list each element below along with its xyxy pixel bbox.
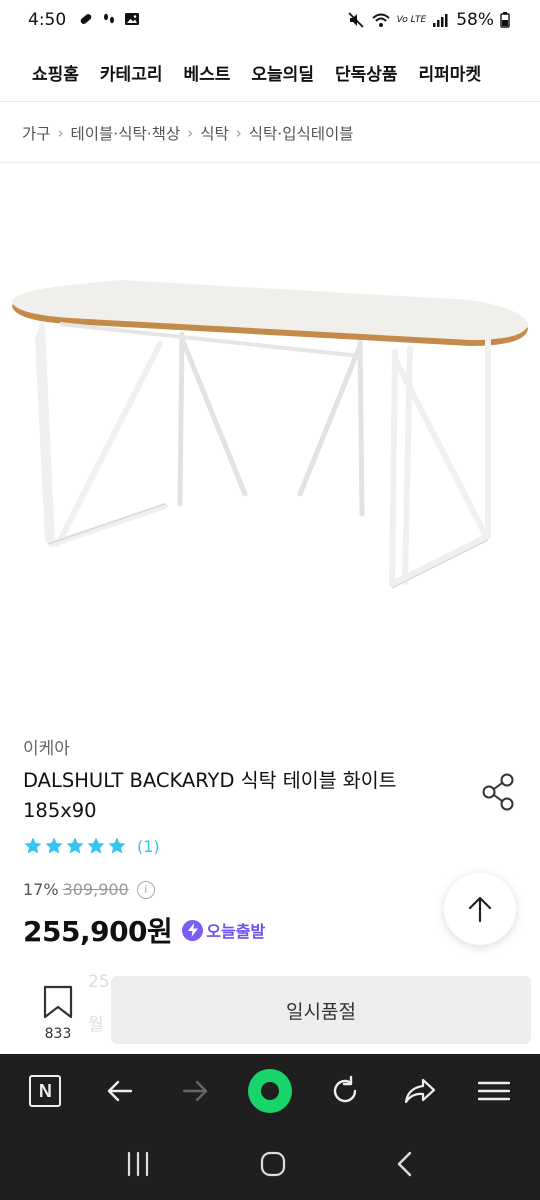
info-icon[interactable]: i xyxy=(136,880,155,899)
delivery-label: 오늘출발 xyxy=(206,922,266,941)
refresh-icon xyxy=(333,1075,356,1103)
chevron-right-icon: › xyxy=(235,123,242,142)
notification-icons xyxy=(78,11,140,27)
faded-text: 25 xyxy=(88,972,110,992)
home-icon[interactable] xyxy=(258,1149,288,1179)
faded-text: 월 xyxy=(88,1015,104,1035)
star-icon xyxy=(87,837,105,854)
nav-refurb-market[interactable]: 리퍼마켓 xyxy=(419,60,482,85)
network-label: Vo LTE xyxy=(396,15,427,25)
green-dot-icon xyxy=(247,1069,292,1113)
pill-icon xyxy=(80,14,92,24)
nav-category[interactable]: 카테고리 xyxy=(100,60,163,85)
status-right: Vo LTE 58% xyxy=(347,10,510,30)
arrow-right-icon xyxy=(182,1080,208,1102)
back-button[interactable] xyxy=(94,1065,146,1117)
soldout-button[interactable]: 일시품절 xyxy=(111,976,531,1044)
arrow-left-icon xyxy=(108,1080,133,1102)
nav-todays-deal[interactable]: 오늘의딜 xyxy=(251,60,314,85)
star-icon xyxy=(66,837,84,854)
chevron-right-icon: › xyxy=(57,123,64,142)
nav-best[interactable]: 베스트 xyxy=(183,60,230,85)
status-bar: 4:50 Vo LTE 58% xyxy=(0,0,540,44)
original-price: 309,900 xyxy=(62,880,129,899)
battery-icon xyxy=(500,12,510,28)
sale-price: 255,900원 xyxy=(23,915,173,948)
green-dot-button[interactable] xyxy=(244,1065,296,1117)
brand-name[interactable]: 이케아 xyxy=(23,734,70,759)
breadcrumb-item[interactable]: 가구 xyxy=(22,122,51,144)
bookmark-button[interactable]: 833 xyxy=(30,984,86,1042)
oval-dining-table-image xyxy=(12,280,528,589)
hamburger-icon xyxy=(478,1081,511,1101)
battery-percent: 58% xyxy=(456,10,494,30)
browser-toolbar: N xyxy=(0,1054,540,1128)
share-icon xyxy=(482,773,514,811)
lightning-icon xyxy=(182,919,204,941)
discount-row: 17% 309,900 i xyxy=(23,880,155,899)
shop-top-nav: 쇼핑홈 카테고리 베스트 오늘의딜 단독상품 리퍼마켓 xyxy=(0,44,540,102)
image-icon xyxy=(125,13,139,25)
system-nav-bar xyxy=(0,1128,540,1200)
naver-n-icon: N xyxy=(29,1075,62,1107)
bookmark-icon xyxy=(43,985,73,1019)
recent-apps-icon[interactable] xyxy=(123,1151,153,1177)
share-page-button[interactable] xyxy=(394,1065,446,1117)
breadcrumb-item[interactable]: 식탁 xyxy=(200,122,229,144)
star-icon xyxy=(45,837,63,854)
mute-icon xyxy=(347,12,364,28)
back-nav-icon[interactable] xyxy=(393,1150,417,1178)
menu-button[interactable] xyxy=(468,1065,520,1117)
product-title: DALSHULT BACKARYD 식탁 테이블 화이트 185x90 xyxy=(23,769,397,822)
star-icon xyxy=(24,837,42,854)
rating[interactable]: (1) xyxy=(23,836,160,856)
nav-exclusive[interactable]: 단독상품 xyxy=(335,60,398,85)
breadcrumb: 가구 › 테이블·식탁·책상 › 식탁 › 식탁·입식테이블 xyxy=(0,103,540,163)
signal-icon xyxy=(433,14,448,27)
share-button[interactable] xyxy=(480,772,518,812)
chevron-right-icon: › xyxy=(187,123,194,142)
star-icon xyxy=(108,837,126,854)
forward-button[interactable] xyxy=(169,1065,221,1117)
status-time: 4:50 xyxy=(28,10,67,30)
nav-shop-home[interactable]: 쇼핑홈 xyxy=(32,60,79,85)
wifi-icon xyxy=(371,13,390,27)
review-count[interactable]: (1) xyxy=(137,837,160,856)
discount-rate: 17% xyxy=(23,880,59,899)
footsteps-icon xyxy=(104,13,114,24)
price-row: 255,900원 오늘출발 xyxy=(23,910,265,950)
breadcrumb-item[interactable]: 테이블·식탁·책상 xyxy=(71,122,181,144)
share-arrow-icon xyxy=(404,1078,435,1104)
refresh-button[interactable] xyxy=(319,1065,371,1117)
naver-home-button[interactable]: N xyxy=(19,1065,71,1117)
delivery-badge: 오늘출발 xyxy=(182,918,265,942)
arrow-up-icon xyxy=(468,896,492,923)
scroll-to-top-button[interactable] xyxy=(444,873,516,945)
bookmark-count: 833 xyxy=(44,1026,72,1042)
breadcrumb-item[interactable]: 식탁·입식테이블 xyxy=(249,122,354,144)
product-image[interactable] xyxy=(0,164,540,720)
